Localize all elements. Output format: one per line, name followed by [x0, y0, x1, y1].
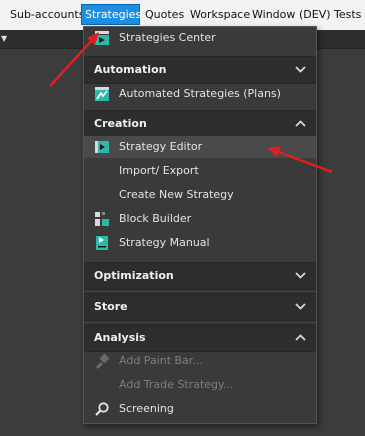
menu-item-add-paint-bar: Add Paint Bar... [84, 350, 316, 372]
menu-item-strategies-center[interactable]: Strategies Center [84, 27, 316, 49]
menu-item-label: Screening [119, 402, 174, 415]
menu-item-label: Add Paint Bar... [119, 354, 203, 367]
caret-down-icon[interactable]: ▼ [1, 34, 7, 43]
automated-strategies-icon [95, 87, 109, 101]
section-automation[interactable]: Automation [84, 56, 316, 84]
strategies-dropdown: Strategies Center Automation Automated S… [83, 26, 317, 424]
menu-item-block-builder[interactable]: Block Builder [84, 208, 316, 230]
menu-item-strategy-editor[interactable]: Strategy Editor [84, 136, 316, 158]
menu-sub-accounts[interactable]: Sub-accounts [7, 4, 87, 25]
menu-item-automated-strategies[interactable]: Automated Strategies (Plans) [84, 83, 316, 105]
section-optimization[interactable]: Optimization [84, 262, 316, 290]
chevron-down-icon [295, 66, 306, 73]
section-title: Analysis [94, 331, 146, 344]
section-title: Store [94, 300, 128, 313]
chevron-up-icon [295, 120, 306, 127]
paint-bar-icon [96, 353, 110, 369]
menu-item-label: Import/ Export [119, 164, 199, 177]
chevron-up-icon [295, 334, 306, 341]
menu-item-label: Automated Strategies (Plans) [119, 87, 281, 100]
section-title: Optimization [94, 269, 174, 282]
section-title: Automation [94, 63, 167, 76]
menu-item-import-export[interactable]: Import/ Export [84, 160, 316, 182]
menu-dev-tests[interactable]: (DEV) Tests [296, 4, 364, 25]
section-store[interactable]: Store [84, 293, 316, 321]
menu-strategies[interactable]: Strategies [81, 4, 141, 25]
search-icon [95, 402, 109, 416]
menu-item-create-new-strategy[interactable]: Create New Strategy [84, 184, 316, 206]
menu-item-label: Block Builder [119, 212, 192, 225]
chevron-down-icon [295, 272, 306, 279]
menu-window[interactable]: Window [249, 4, 298, 25]
section-creation[interactable]: Creation [84, 110, 316, 138]
menu-workspace[interactable]: Workspace [187, 4, 253, 25]
menu-item-label: Strategy Manual [119, 236, 210, 249]
menu-item-strategy-manual[interactable]: Strategy Manual [84, 232, 316, 254]
menu-item-label: Strategies Center [119, 31, 216, 44]
menu-item-label: Add Trade Strategy... [119, 378, 234, 391]
strategy-manual-icon [96, 236, 108, 250]
strategies-center-icon [95, 31, 109, 45]
menu-item-label: Create New Strategy [119, 188, 234, 201]
menu-item-screening[interactable]: Screening [84, 398, 316, 420]
section-title: Creation [94, 117, 147, 130]
chevron-down-icon [295, 303, 306, 310]
menu-item-label: Strategy Editor [119, 140, 203, 153]
block-builder-icon [95, 212, 109, 226]
menu-item-add-trade-strategy: Add Trade Strategy... [84, 374, 316, 396]
strategy-editor-icon [95, 141, 109, 153]
menu-quotes[interactable]: Quotes [142, 4, 187, 25]
section-analysis[interactable]: Analysis [84, 324, 316, 352]
